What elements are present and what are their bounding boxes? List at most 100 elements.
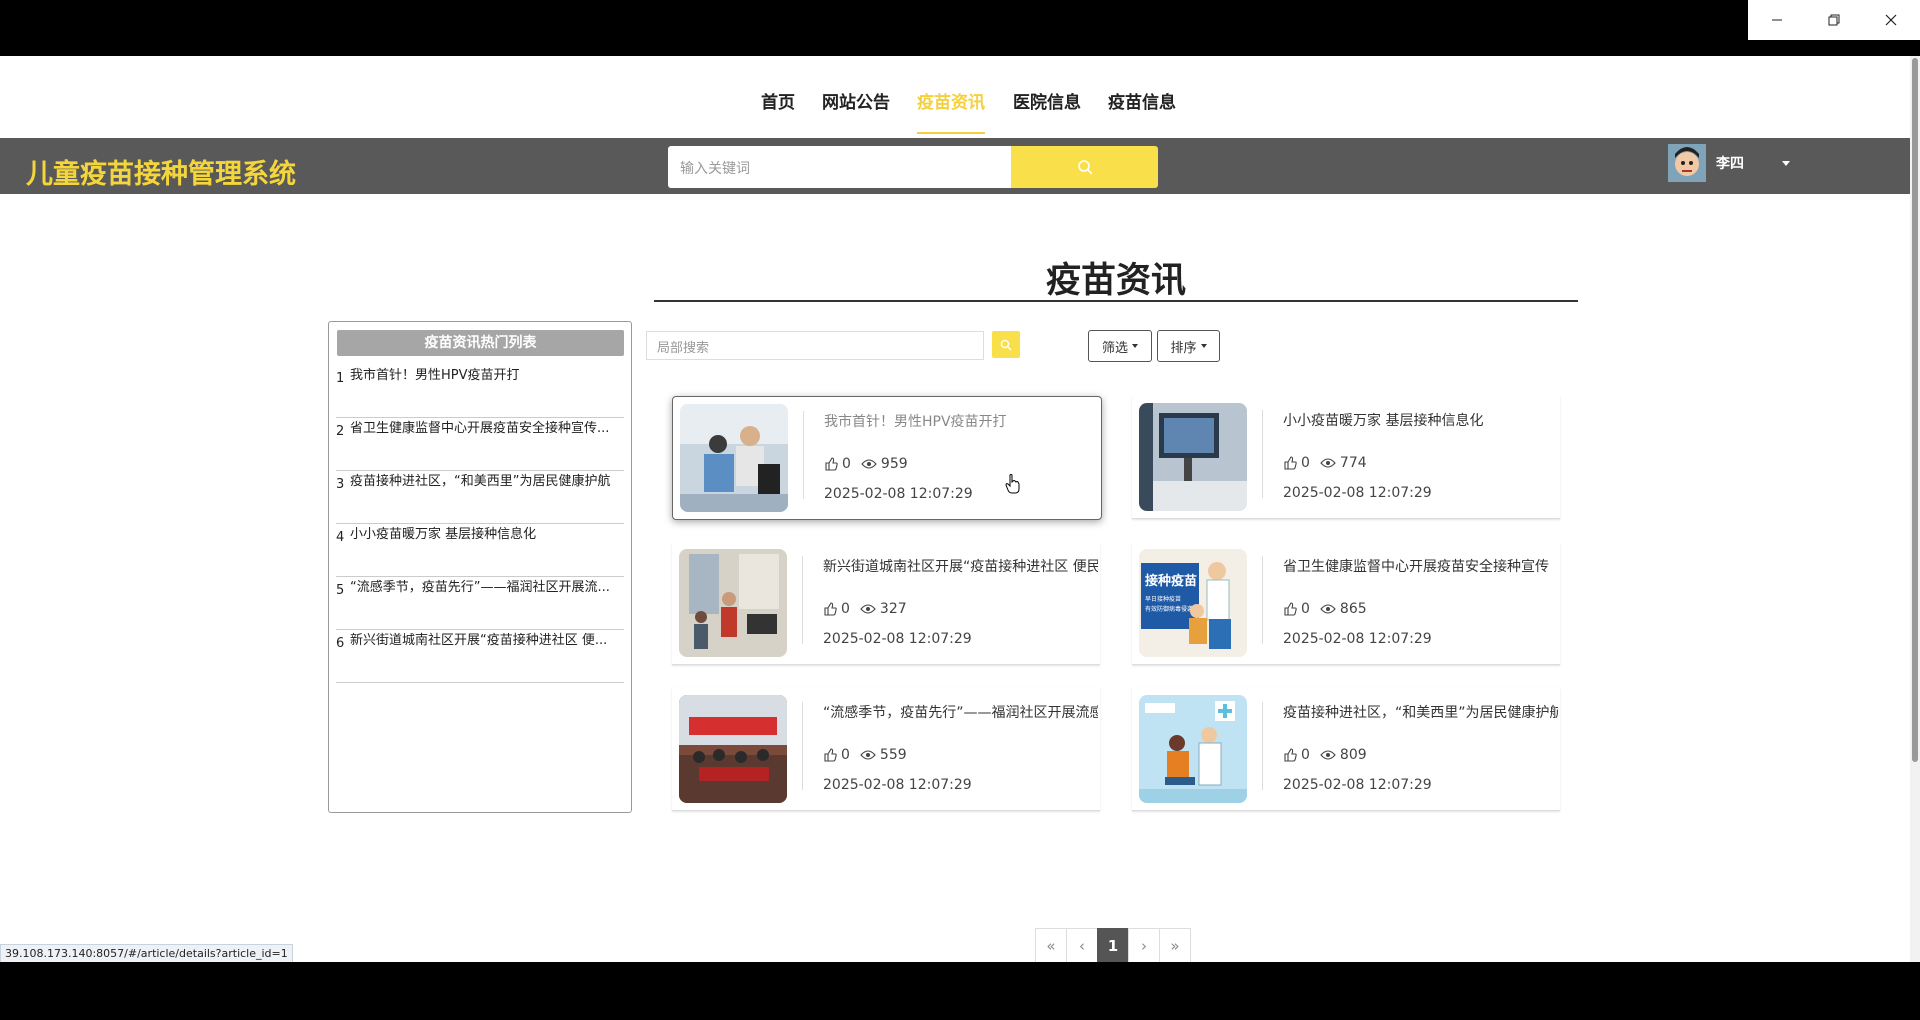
hot-list-item[interactable]: 4 小小疫苗暖万家 基层接种信息化 — [336, 523, 624, 577]
thumbnail-caption-line-2: 有效防御病毒侵袭 — [1145, 605, 1193, 613]
article-stats: 0 327 — [823, 601, 907, 617]
page-prev-button[interactable]: ‹ — [1066, 928, 1098, 962]
sort-label: 排序 — [1170, 340, 1197, 356]
article-thumbnail — [680, 404, 788, 512]
filter-dropdown[interactable]: 筛选 — [1088, 330, 1152, 362]
page-first-button[interactable]: « — [1035, 928, 1067, 962]
search-input[interactable]: 输入关键词 — [668, 146, 1011, 188]
article-stats: 0 959 — [824, 456, 908, 472]
page-title: 疫苗资讯 — [1045, 261, 1186, 301]
hot-list-heading: 疫苗资讯热门列表 — [337, 330, 624, 356]
scrollbar-thumb[interactable] — [1912, 58, 1918, 762]
hot-rank: 5 — [336, 583, 345, 598]
like-count: 0 — [1301, 747, 1310, 763]
page-next-button[interactable]: › — [1128, 928, 1160, 962]
article-card[interactable]: 小小疫苗暖万家 基层接种信息化 0 774 2025-02-08 12:07:2… — [1132, 396, 1560, 519]
eye-icon — [860, 603, 876, 615]
card-separator — [802, 556, 803, 644]
taskbar-area — [0, 962, 1920, 1020]
hot-list-item[interactable]: 6 新兴街道城南社区开展“疫苗接种进社区 便... — [336, 629, 624, 683]
filter-label: 筛选 — [1101, 340, 1128, 356]
chevron-down-icon — [1782, 160, 1790, 166]
article-card[interactable]: 我市首针！男性HPV疫苗开打 0 959 2025-02-08 12:07:29 — [672, 396, 1102, 520]
article-title[interactable]: 小小疫苗暖万家 基层接种信息化 — [1283, 410, 1558, 430]
nav-vaccine-info[interactable]: 疫苗信息 — [1108, 88, 1176, 113]
view-count: 327 — [879, 601, 907, 617]
minimize-icon[interactable] — [1748, 0, 1805, 40]
hot-rank: 1 — [336, 371, 345, 386]
nav-hospital-info[interactable]: 医院信息 — [1013, 88, 1081, 113]
view-count: 559 — [879, 747, 907, 763]
like-count: 0 — [1301, 601, 1310, 617]
hot-rank: 6 — [336, 636, 345, 651]
card-separator — [1262, 702, 1263, 790]
hot-title: 省卫生健康监督中心开展疫苗安全接种宣传... — [350, 421, 610, 436]
hot-list-panel: 疫苗资讯热门列表 1 我市首针！男性HPV疫苗开打 2 省卫生健康监督中心开展疫苗安… — [328, 321, 632, 813]
vertical-scrollbar[interactable] — [1910, 56, 1920, 962]
article-thumbnail — [1139, 695, 1247, 803]
window-titlebar — [0, 0, 1920, 56]
article-date: 2025-02-08 12:07:29 — [824, 486, 973, 502]
article-card[interactable]: 新兴街道城南社区开展“疫苗接种进社区 便民 0 327 2025-02-08 1… — [672, 542, 1100, 665]
local-search-button[interactable] — [992, 331, 1020, 358]
thumbnail-caption-title: 接种疫苗 — [1145, 573, 1197, 589]
close-icon[interactable] — [1863, 0, 1920, 40]
article-thumbnail: 接种疫苗早日接种疫苗有效防御病毒侵袭 — [1139, 549, 1247, 657]
article-title[interactable]: 省卫生健康监督中心开展疫苗安全接种宣传 — [1283, 556, 1558, 576]
hot-list-item[interactable]: 2 省卫生健康监督中心开展疫苗安全接种宣传... — [336, 417, 624, 471]
article-card[interactable]: “流感季节，疫苗先行”——福润社区开展流感 0 559 2025-02-08 1… — [672, 688, 1100, 811]
article-stats: 0 774 — [1283, 455, 1367, 471]
article-card[interactable]: 疫苗接种进社区，“和美西里”为居民健康护航 0 809 2025-02-08 1… — [1132, 688, 1560, 811]
thumbs-up-icon[interactable] — [823, 748, 837, 762]
article-title[interactable]: 我市首针！男性HPV疫苗开打 — [824, 411, 1099, 431]
card-separator — [1262, 556, 1263, 644]
restore-icon[interactable] — [1805, 0, 1862, 40]
article-thumbnail — [679, 549, 787, 657]
page-last-button[interactable]: » — [1159, 928, 1191, 962]
thumbs-up-icon[interactable] — [1283, 748, 1297, 762]
thumbs-up-icon[interactable] — [1283, 602, 1297, 616]
card-separator — [1262, 410, 1263, 498]
nav-vaccine-news[interactable]: 疫苗资讯 — [917, 88, 985, 113]
status-bar-url: 39.108.173.140:8057/#/article/details?ar… — [0, 944, 293, 962]
card-separator — [803, 411, 804, 499]
thumbnail-caption-line-1: 早日接种疫苗 — [1145, 595, 1181, 603]
like-count: 0 — [841, 601, 850, 617]
hot-list-item[interactable]: 5 “流感季节，疫苗先行”——福润社区开展流... — [336, 576, 624, 630]
thumbs-up-icon[interactable] — [1283, 456, 1297, 470]
title-divider — [654, 300, 1578, 302]
nav-home[interactable]: 首页 — [761, 88, 795, 113]
hot-list-item[interactable]: 3 疫苗接种进社区，“和美西里”为居民健康护航 — [336, 470, 624, 524]
search-button[interactable] — [1011, 146, 1158, 188]
article-title[interactable]: 疫苗接种进社区，“和美西里”为居民健康护航 — [1283, 702, 1558, 722]
article-title[interactable]: “流感季节，疫苗先行”——福润社区开展流感 — [823, 702, 1098, 722]
hot-title: “流感季节，疫苗先行”——福润社区开展流... — [350, 580, 610, 595]
user-menu[interactable]: 李四 — [1668, 144, 1790, 182]
nav-announcements[interactable]: 网站公告 — [822, 88, 890, 113]
article-stats: 0 559 — [823, 747, 907, 763]
chevron-down-icon — [1200, 344, 1207, 348]
sort-dropdown[interactable]: 排序 — [1157, 330, 1220, 362]
search-icon — [1000, 339, 1012, 350]
header-band: 儿童疫苗接种管理系统 输入关键词 李四 — [0, 138, 1910, 194]
local-search-input[interactable]: 局部搜索 — [646, 331, 984, 360]
hot-title: 疫苗接种进社区，“和美西里”为居民健康护航 — [350, 474, 611, 489]
thumbs-up-icon[interactable] — [823, 602, 837, 616]
article-thumbnail — [679, 695, 787, 803]
thumbs-up-icon[interactable] — [824, 457, 838, 471]
page-current[interactable]: 1 — [1097, 928, 1129, 962]
article-thumbnail — [1139, 403, 1247, 511]
article-card[interactable]: 接种疫苗早日接种疫苗有效防御病毒侵袭 省卫生健康监督中心开展疫苗安全接种宣传 0… — [1132, 542, 1560, 665]
hot-title: 我市首针！男性HPV疫苗开打 — [350, 368, 520, 383]
nav-active-underline — [917, 132, 985, 134]
article-date: 2025-02-08 12:07:29 — [823, 631, 972, 647]
article-date: 2025-02-08 12:07:29 — [1283, 631, 1432, 647]
hot-list-item[interactable]: 1 我市首针！男性HPV疫苗开打 — [336, 364, 624, 418]
article-title[interactable]: 新兴街道城南社区开展“疫苗接种进社区 便民 — [823, 556, 1098, 576]
card-separator — [802, 702, 803, 790]
hot-rank: 3 — [336, 477, 345, 492]
site-brand[interactable]: 儿童疫苗接种管理系统 — [26, 152, 296, 191]
eye-icon — [1320, 457, 1336, 469]
eye-icon — [1320, 603, 1336, 615]
eye-icon — [860, 749, 876, 761]
